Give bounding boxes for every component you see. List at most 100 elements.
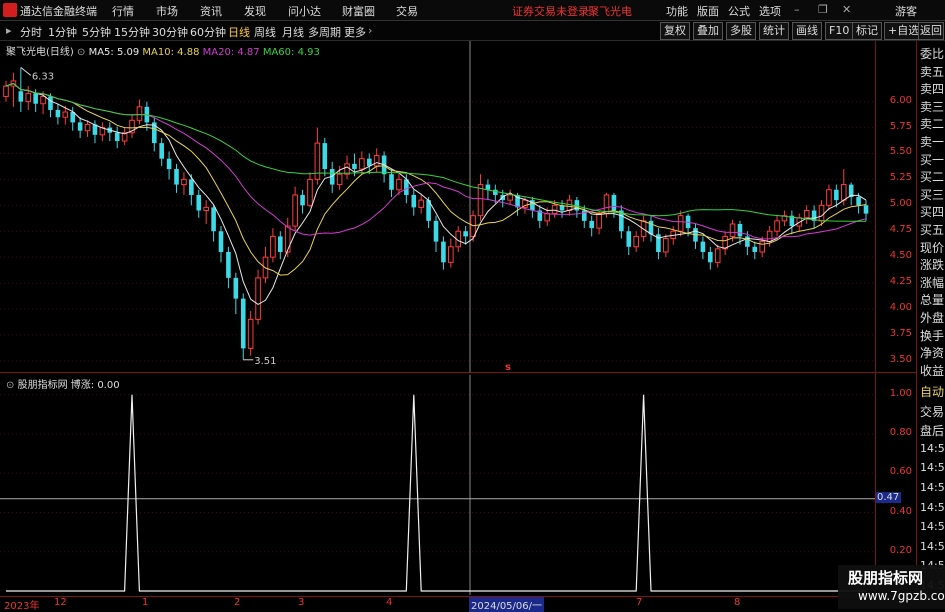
candle bbox=[426, 197, 431, 229]
minimize-icon[interactable]: – bbox=[794, 3, 800, 16]
candle bbox=[418, 194, 424, 214]
side-panel-item[interactable]: 净资 bbox=[920, 344, 945, 361]
legend-settings-icon[interactable]: ⊙ bbox=[77, 47, 85, 58]
menu-options[interactable]: 选项 bbox=[759, 3, 781, 19]
side-panel-item[interactable]: 换手 bbox=[920, 327, 945, 344]
candle bbox=[708, 246, 713, 270]
side-panel-item[interactable]: 外盘 bbox=[920, 309, 945, 326]
side-panel-trade-item[interactable]: 14:56 bbox=[920, 501, 945, 514]
menu-market-quotes[interactable]: 行情 bbox=[112, 3, 134, 19]
side-panel-item[interactable]: 卖二 bbox=[920, 115, 945, 132]
indicator-tick-label: 0.40 bbox=[889, 505, 912, 517]
candle bbox=[448, 238, 454, 268]
candle bbox=[262, 246, 269, 284]
side-panel-item[interactable]: 卖一 bbox=[920, 133, 945, 150]
candle bbox=[77, 117, 83, 138]
side-panel-trade-item[interactable]: 交易 bbox=[920, 403, 945, 420]
candle bbox=[322, 137, 328, 177]
side-panel-item[interactable]: 收益 bbox=[920, 362, 945, 379]
restore-icon[interactable]: ❐ bbox=[818, 3, 828, 16]
side-panel-item[interactable]: 委比 bbox=[920, 45, 945, 62]
draw-line-button[interactable]: 画线 bbox=[792, 22, 822, 40]
side-panel-item[interactable]: 买一 bbox=[920, 151, 945, 168]
side-panel-item[interactable]: 卖五 bbox=[920, 63, 945, 80]
price-tick-label: 6.00 bbox=[889, 94, 912, 106]
period-monthly[interactable]: 月线 bbox=[282, 24, 304, 40]
menu-news[interactable]: 资讯 bbox=[200, 3, 222, 19]
candlestick-chart[interactable]: 6.33 3.51 s bbox=[0, 41, 875, 372]
candle bbox=[433, 215, 439, 252]
side-panel-trade-item[interactable]: 自动 bbox=[920, 383, 945, 400]
mark-button[interactable]: 标记 bbox=[852, 22, 882, 40]
period-multi[interactable]: 多周期 bbox=[308, 24, 341, 40]
indicator-line bbox=[6, 394, 866, 592]
indicator-tick-label: 0.60 bbox=[889, 466, 912, 478]
candle bbox=[129, 114, 135, 138]
period-15min[interactable]: 15分钟 bbox=[114, 24, 150, 40]
price-tick-label: 3.75 bbox=[889, 327, 912, 339]
side-panel-item[interactable]: 涨幅 bbox=[920, 274, 945, 291]
side-panel-item[interactable]: 买三 bbox=[920, 186, 945, 203]
period-more[interactable]: 更多 bbox=[344, 24, 366, 40]
side-panel-trade-item[interactable]: 14:56 bbox=[920, 481, 945, 494]
side-panel-item[interactable]: 卖三 bbox=[920, 98, 945, 115]
period-toolbar: ▸ 分时 1分钟 5分钟 15分钟 30分钟 60分钟 日线 周线 月线 多周期… bbox=[0, 21, 945, 41]
candle bbox=[848, 182, 854, 206]
date-label-apr: 4 bbox=[386, 597, 393, 608]
side-panel-trade-item[interactable]: 14:56 bbox=[920, 520, 945, 533]
menu-discover[interactable]: 发现 bbox=[244, 3, 266, 19]
side-panel-trade-item[interactable]: 14:56 bbox=[920, 442, 945, 455]
period-1min[interactable]: 1分钟 bbox=[48, 24, 77, 40]
candle bbox=[240, 293, 246, 360]
guest-user[interactable]: 游客 bbox=[895, 3, 917, 19]
toolbar-menu-icon[interactable]: ▸ bbox=[6, 24, 12, 37]
candle bbox=[648, 215, 654, 242]
period-intraday[interactable]: 分时 bbox=[20, 24, 42, 40]
period-60min[interactable]: 60分钟 bbox=[190, 24, 226, 40]
f10-button[interactable]: F10 bbox=[825, 22, 854, 40]
side-panel-item[interactable]: 涨跌 bbox=[920, 256, 945, 273]
candle bbox=[121, 127, 128, 146]
menu-assistant[interactable]: 问小达 bbox=[288, 3, 321, 19]
period-daily[interactable]: 日线 bbox=[228, 24, 250, 40]
price-axis: 6.00 5.75 5.50 5.25 5.00 4.75 4.50 4.25 4.00 3.75… bbox=[875, 41, 915, 372]
candle bbox=[3, 80, 9, 102]
menu-market[interactable]: 市场 bbox=[156, 3, 178, 19]
menu-wealth-circle[interactable]: 财富圈 bbox=[342, 3, 375, 19]
indicator-chart[interactable] bbox=[0, 375, 875, 595]
multi-stock-button[interactable]: 多股 bbox=[726, 22, 756, 40]
side-panel-item[interactable]: 现价 bbox=[920, 239, 945, 256]
chevron-right-icon[interactable]: › bbox=[368, 24, 372, 37]
side-panel-item[interactable]: 买四 bbox=[920, 203, 945, 220]
candle bbox=[619, 205, 624, 239]
period-weekly[interactable]: 周线 bbox=[254, 24, 276, 40]
period-5min[interactable]: 5分钟 bbox=[82, 24, 111, 40]
back-button[interactable]: 返回 bbox=[918, 22, 944, 40]
statistics-button[interactable]: 统计 bbox=[759, 22, 789, 40]
side-panel-item[interactable]: 卖四 bbox=[920, 80, 945, 97]
side-panel-trade-item[interactable]: 盘后 bbox=[920, 422, 945, 439]
menu-function[interactable]: 功能 bbox=[666, 3, 688, 19]
side-panel-item[interactable]: 总量 bbox=[920, 291, 945, 308]
period-30min[interactable]: 30分钟 bbox=[152, 24, 188, 40]
candle bbox=[411, 189, 417, 216]
menu-trade[interactable]: 交易 bbox=[396, 3, 418, 19]
adjust-button[interactable]: 复权 bbox=[660, 22, 690, 40]
menu-layout[interactable]: 版面 bbox=[697, 3, 719, 19]
side-panel-trade-item[interactable]: 14:56 bbox=[920, 461, 945, 474]
pane-divider bbox=[0, 372, 916, 373]
candle bbox=[203, 200, 209, 224]
indicator-settings-icon[interactable]: ⊙ bbox=[6, 380, 14, 391]
indicator-axis: 1.00 0.80 0.60 0.40 0.20 0.47 bbox=[875, 375, 915, 595]
candle bbox=[441, 236, 446, 270]
side-panel-item[interactable]: 买五 bbox=[920, 221, 945, 238]
login-notice[interactable]: 证券交易未登录 bbox=[512, 3, 589, 19]
candle bbox=[292, 186, 298, 232]
side-panel-trade-item[interactable]: 14:56 bbox=[920, 540, 945, 553]
overlay-button[interactable]: 叠加 bbox=[693, 22, 723, 40]
close-icon[interactable]: ✕ bbox=[842, 3, 851, 16]
main-legend: 聚飞光电(日线) ⊙ MA5: 5.09 MA10: 4.88 MA20: 4.… bbox=[6, 43, 320, 58]
side-panel-item[interactable]: 买二 bbox=[920, 168, 945, 185]
candle bbox=[530, 197, 535, 218]
menu-formula[interactable]: 公式 bbox=[728, 3, 750, 19]
